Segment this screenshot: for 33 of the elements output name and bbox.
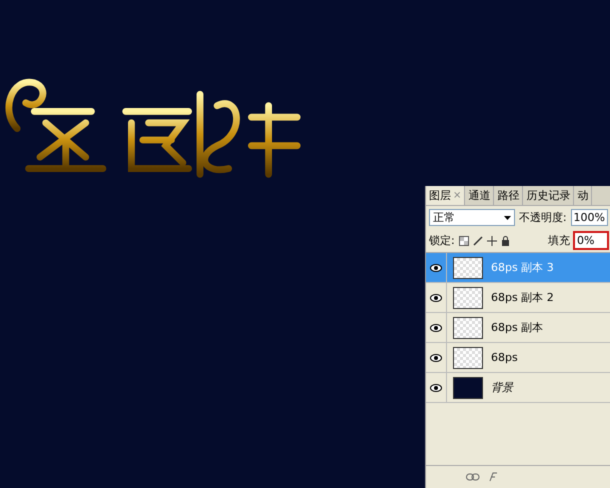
eye-icon[interactable] [430, 384, 442, 392]
opacity-field[interactable]: 100% [570, 209, 608, 226]
lock-transparency-icon[interactable] [458, 236, 469, 246]
panel-tab[interactable]: 图层 × [426, 186, 466, 205]
eye-icon[interactable] [430, 294, 442, 302]
eye-icon[interactable] [430, 354, 442, 362]
eye-icon[interactable] [430, 324, 442, 332]
fill-field[interactable]: 0% [574, 232, 608, 249]
link-icon[interactable] [466, 473, 480, 481]
caret-icon [504, 216, 511, 220]
opacity-label: 不透明度: [518, 210, 567, 225]
brush-icon[interactable] [472, 236, 483, 246]
layer-thumbnail [453, 346, 483, 368]
layer-name: 背景 [491, 380, 513, 395]
layer-name: 68ps 副本 2 [491, 290, 554, 305]
lock-icon[interactable] [500, 236, 510, 246]
lock-label: 锁定: [429, 233, 455, 248]
fx-icon[interactable] [488, 472, 500, 482]
layer-thumbnail [453, 376, 483, 398]
eye-icon[interactable] [430, 264, 442, 272]
layer-name: 68ps 副本 [491, 320, 544, 335]
layer-thumbnail [453, 256, 483, 278]
layer-name: 68ps 副本 3 [491, 260, 554, 275]
layer-name: 68ps [491, 351, 518, 364]
layer-row[interactable]: 68ps 副本 [426, 313, 610, 343]
layer-thumbnail [453, 286, 483, 308]
fill-label: 填充 [548, 233, 570, 248]
layer-row[interactable]: 背景 [426, 373, 610, 403]
blend-mode-dropdown[interactable]: 正常 [429, 209, 515, 226]
move-icon[interactable] [486, 236, 497, 246]
layer-thumbnail [453, 316, 483, 338]
layer-row[interactable]: 68ps 副本 2 [426, 283, 610, 313]
layer-row[interactable]: 68ps [426, 343, 610, 373]
